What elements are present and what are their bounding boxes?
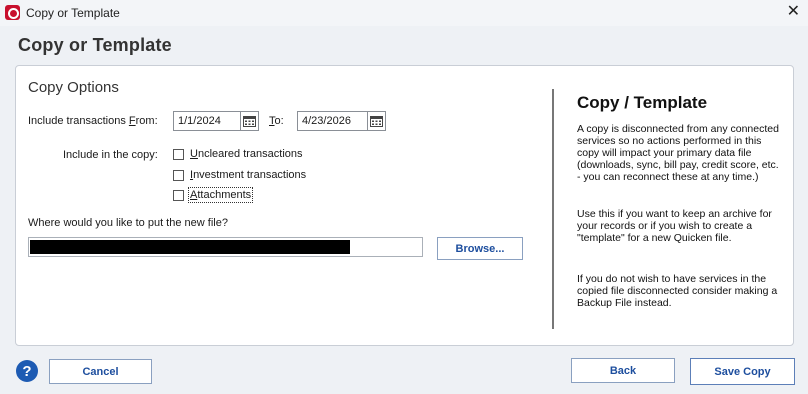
- uncleared-checkbox[interactable]: [173, 148, 184, 160]
- investment-label[interactable]: Investment transactions: [190, 169, 306, 181]
- to-date-label: To:: [269, 115, 284, 127]
- attachments-checkbox[interactable]: [173, 189, 184, 201]
- from-date-field[interactable]: 1/1/2024: [173, 111, 259, 131]
- from-date-label: Include transactions From:: [28, 115, 158, 127]
- uncleared-label[interactable]: Uncleared transactions: [190, 148, 303, 160]
- main-panel: Copy Options Include transactions From: …: [15, 65, 794, 346]
- redacted-path: [30, 240, 350, 254]
- panel-divider: [552, 89, 554, 329]
- from-label-key: F: [128, 115, 136, 127]
- location-label: Where would you like to put the new file…: [28, 217, 228, 229]
- investment-checkbox[interactable]: [173, 169, 184, 181]
- checkbox-investment[interactable]: Investment transactions: [173, 169, 306, 181]
- to-date-field[interactable]: 4/23/2026: [297, 111, 386, 131]
- title-bar: Copy or Template ✕: [0, 0, 808, 26]
- help-icon[interactable]: ?: [16, 360, 38, 382]
- back-button[interactable]: Back: [571, 358, 675, 383]
- sidebar-paragraph: If you do not wish to have services in t…: [577, 273, 778, 309]
- close-icon[interactable]: ✕: [787, 2, 800, 22]
- from-label-suffix: rom:: [135, 115, 158, 127]
- window-title: Copy or Template: [26, 6, 120, 20]
- attachments-label[interactable]: Attachments: [187, 187, 254, 203]
- copy-options-title: Copy Options: [28, 79, 119, 96]
- checkbox-uncleared[interactable]: Uncleared transactions: [173, 148, 303, 160]
- calendar-icon[interactable]: [367, 112, 385, 130]
- from-date-value[interactable]: 1/1/2024: [174, 115, 240, 127]
- sidebar-title: Copy / Template: [577, 93, 708, 112]
- sidebar-paragraph: A copy is disconnected from any connecte…: [577, 123, 779, 183]
- from-label-prefix: Include transactions: [28, 115, 129, 127]
- quicken-logo-icon: [5, 5, 20, 20]
- include-label: Include in the copy:: [63, 149, 158, 161]
- sidebar-paragraph: Use this if you want to keep an archive …: [577, 208, 772, 244]
- save-copy-button[interactable]: Save Copy: [690, 358, 795, 385]
- checkbox-attachments[interactable]: Attachments: [173, 187, 254, 203]
- browse-button[interactable]: Browse...: [437, 237, 523, 260]
- calendar-icon[interactable]: [240, 112, 258, 130]
- file-path-input[interactable]: [28, 237, 423, 257]
- cancel-button[interactable]: Cancel: [49, 359, 152, 384]
- to-date-value[interactable]: 4/23/2026: [298, 115, 367, 127]
- to-label-suffix: o:: [274, 115, 284, 127]
- dialog-heading: Copy or Template: [18, 35, 172, 55]
